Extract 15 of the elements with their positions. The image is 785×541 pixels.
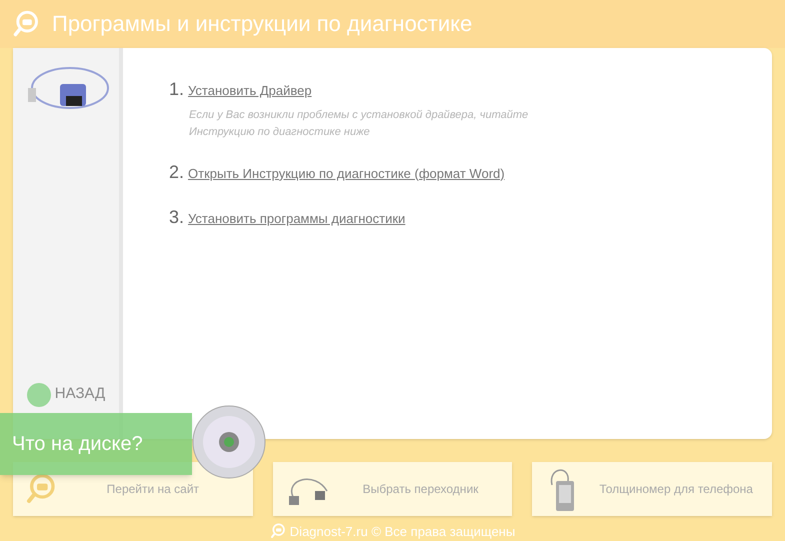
nav-button[interactable]: Выбрать переходник bbox=[272, 462, 512, 516]
step-link[interactable]: Открыть Инструкцию по диагностике (формат Word) bbox=[188, 164, 505, 184]
back-button[interactable]: НАЗАД bbox=[26, 382, 106, 406]
cd-disc-icon bbox=[192, 405, 266, 479]
step-number: 2. bbox=[169, 160, 184, 184]
page-title: Программы и инструкции по диагностике bbox=[52, 10, 472, 38]
step-number: 1. bbox=[169, 78, 184, 101]
step-note: Если у Вас возникли проблемы с установкой драйвера, читайте Инструкцию по диагностике ниже bbox=[189, 108, 530, 140]
step-link[interactable]: Установить Драйвер bbox=[188, 80, 312, 100]
disc-banner[interactable]: Что на диске? bbox=[0, 413, 192, 475]
footer-text: Diagnost-7.ru © Все права защищены bbox=[290, 522, 516, 541]
footer-logo-icon bbox=[270, 523, 286, 540]
nav-button[interactable]: Толщиномер для телефона bbox=[532, 462, 772, 516]
step-number: 3. bbox=[169, 206, 184, 229]
step-link[interactable]: Установить программы диагностики bbox=[188, 208, 406, 228]
